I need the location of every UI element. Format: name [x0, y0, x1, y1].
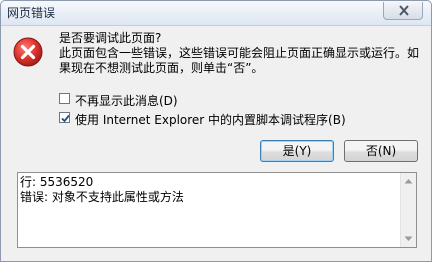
error-line-number: 行: 5536520 [20, 175, 94, 189]
error-details-text: 行: 5536520 错误: 对象不支持此属性或方法 [20, 175, 400, 205]
window-title: 网页错误 [7, 6, 56, 20]
message-line: 是否要调试此页面? [59, 31, 162, 45]
details-scrollbar[interactable] [400, 173, 416, 247]
dont-show-checkbox-row[interactable]: 不再显示此消息(D) [59, 92, 229, 108]
error-dialog: 网页错误 是否要调试此页面? 此页面包含一些错误，这些错误可能会阻止页面正确显示… [0, 0, 432, 262]
checkmark-icon [61, 114, 70, 123]
close-button[interactable] [383, 2, 423, 20]
title-bar: 网页错误 [1, 1, 431, 26]
error-message: 错误: 对象不支持此属性或方法 [20, 190, 184, 204]
scroll-down-icon[interactable] [404, 236, 413, 242]
use-debugger-checkbox[interactable] [59, 112, 70, 123]
dont-show-label[interactable]: 不再显示此消息(D) [75, 92, 178, 109]
use-debugger-label[interactable]: 使用 Internet Explorer 中的内置脚本调试程序(B) [75, 111, 346, 128]
error-details-box[interactable]: 行: 5536520 错误: 对象不支持此属性或方法 [17, 172, 417, 248]
message-line: 果现在不想测试此页面，则单击“否”。 [59, 61, 264, 75]
yes-button[interactable]: 是(Y) [260, 140, 334, 162]
dont-show-checkbox[interactable] [59, 93, 70, 104]
no-button[interactable]: 否(N) [344, 140, 418, 162]
message-text: 是否要调试此页面? 此页面包含一些错误，这些错误可能会阻止页面正确显示或运行。如… [59, 31, 421, 76]
error-icon [13, 37, 43, 67]
message-line: 此页面包含一些错误，这些错误可能会阻止页面正确显示或运行。如 [59, 46, 420, 60]
scroll-up-icon[interactable] [404, 178, 413, 184]
close-icon [399, 5, 409, 16]
use-debugger-checkbox-row[interactable]: 使用 Internet Explorer 中的内置脚本调试程序(B) [59, 111, 419, 127]
